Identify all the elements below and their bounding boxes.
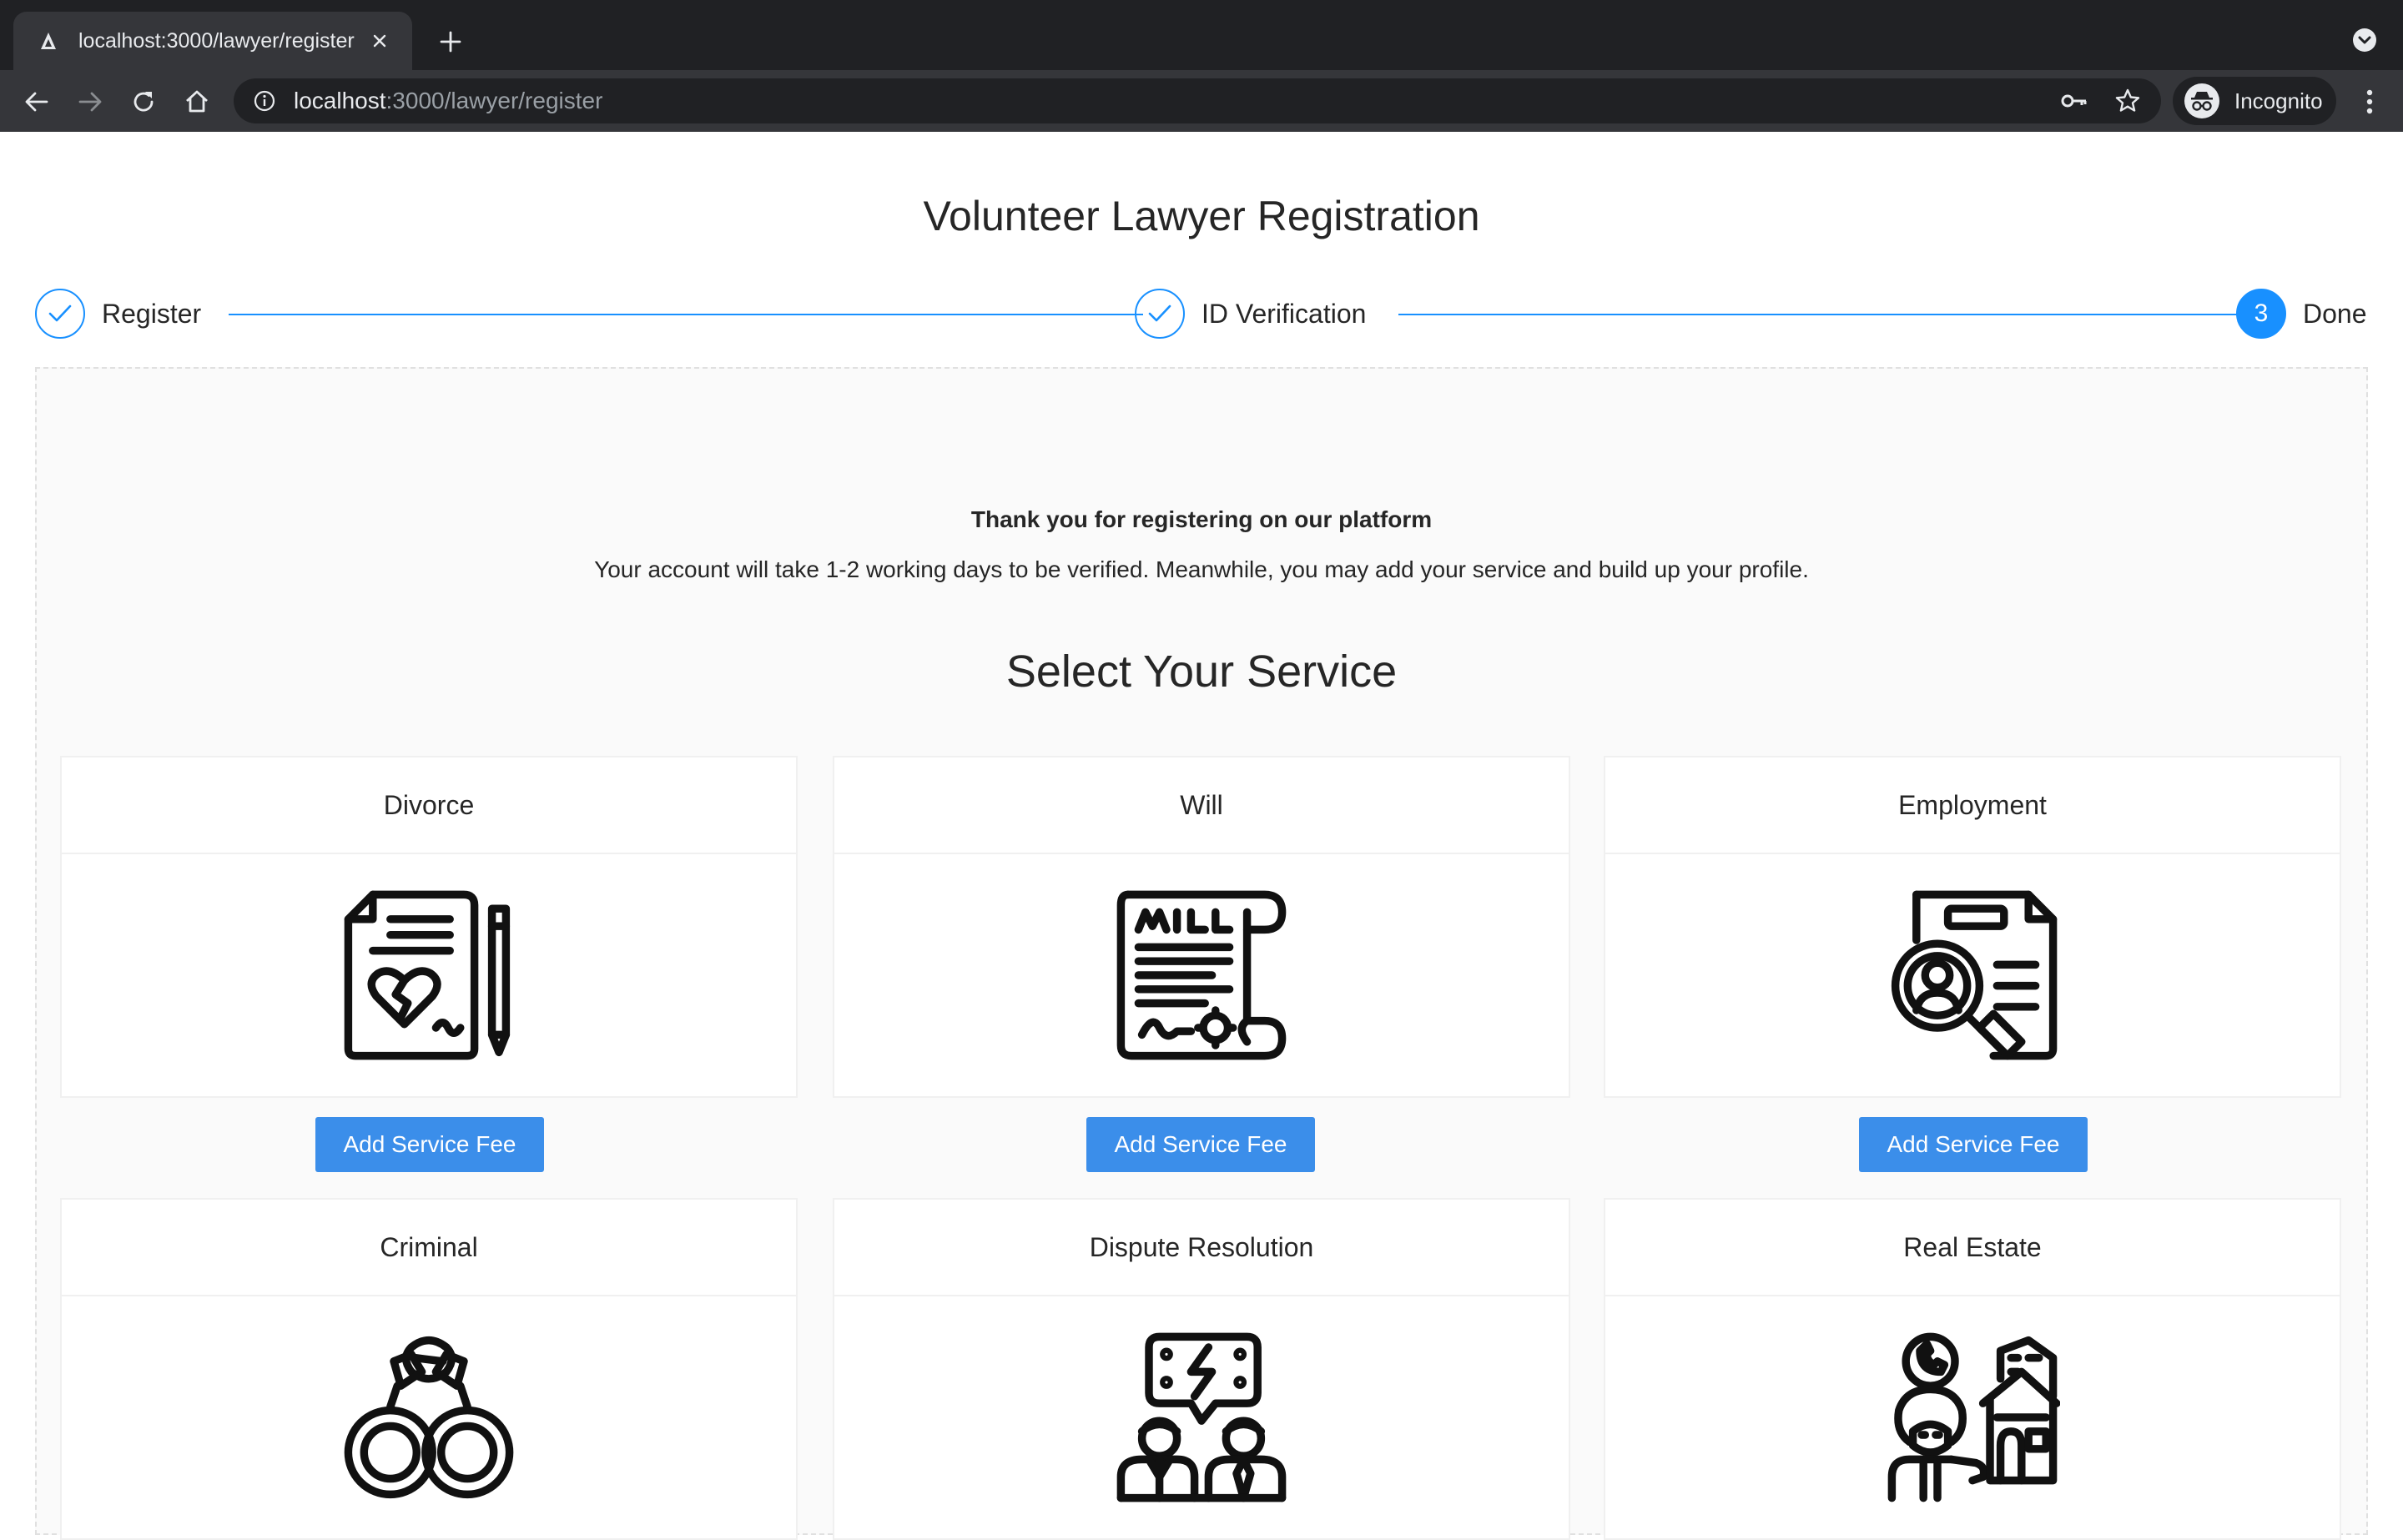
close-tab-icon[interactable]: [367, 28, 392, 53]
thanks-title: Thank you for registering on our platfor…: [970, 506, 1433, 532]
step-connector: [1398, 314, 2244, 315]
url-text: localhost:3000/lawyer/register: [294, 88, 2038, 114]
key-icon[interactable]: [2058, 84, 2091, 118]
will-scroll-icon: [1116, 890, 1287, 1060]
incognito-profile-button[interactable]: Incognito: [2173, 77, 2336, 125]
browser-tabstrip: localhost:3000/lawyer/register: [0, 0, 2403, 70]
address-bar[interactable]: localhost:3000/lawyer/register: [234, 78, 2161, 123]
url-path: :3000/lawyer/register: [385, 88, 603, 113]
tab-search-icon[interactable]: [2350, 25, 2380, 55]
service-card-divorce: Divorce: [60, 756, 798, 1098]
service-card-dispute-resolution: Dispute Resolution: [833, 1198, 1570, 1540]
service-card-criminal: Criminal: [60, 1198, 798, 1540]
step-connector: [229, 314, 1143, 315]
reload-icon[interactable]: [127, 85, 160, 118]
divorce-document-icon: [344, 890, 511, 1060]
card-title: Employment: [1605, 757, 2340, 854]
step-done: 3 Done: [2236, 287, 2367, 340]
service-card-real-estate: Real Estate: [1604, 1198, 2341, 1540]
url-host: localhost: [294, 88, 386, 113]
home-icon[interactable]: [180, 85, 214, 118]
forward-arrow-icon[interactable]: [73, 85, 107, 118]
step-register: Register: [35, 287, 201, 340]
site-info-icon[interactable]: [252, 88, 277, 113]
handcuffs-icon: [344, 1336, 514, 1499]
step-label: Register: [102, 298, 202, 329]
check-icon: [1135, 289, 1185, 339]
page-title: Volunteer Lawyer Registration: [923, 193, 1480, 239]
check-icon: [35, 289, 85, 339]
registration-steps: Register ID Verification 3 Done: [35, 287, 2368, 340]
browser-tab[interactable]: localhost:3000/lawyer/register: [13, 12, 412, 70]
back-arrow-icon[interactable]: [20, 85, 53, 118]
card-title: Divorce: [62, 757, 796, 854]
step-id-verification: ID Verification: [1135, 287, 1366, 340]
add-service-fee-button-will[interactable]: Add Service Fee: [1086, 1117, 1315, 1172]
employee-search-icon: [1891, 890, 2058, 1060]
step-label: Done: [2303, 298, 2367, 329]
bookmark-star-icon[interactable]: [2111, 84, 2144, 118]
card-title: Will: [834, 757, 1569, 854]
tab-title: localhost:3000/lawyer/register: [78, 28, 355, 53]
section-title: Select Your Service: [1005, 647, 1398, 697]
dispute-people-icon: [1116, 1332, 1287, 1502]
add-service-fee-button-divorce[interactable]: Add Service Fee: [315, 1117, 544, 1172]
thanks-message: Your account will take 1-2 working days …: [594, 556, 1809, 582]
service-card-employment: Employment: [1604, 756, 2341, 1098]
card-title: Dispute Resolution: [834, 1200, 1569, 1296]
service-card-will: Will: [833, 756, 1570, 1098]
add-service-fee-button-employment[interactable]: Add Service Fee: [1859, 1117, 2088, 1172]
incognito-label: Incognito: [2234, 88, 2323, 113]
favicon-icon: [37, 29, 60, 53]
card-title: Real Estate: [1605, 1200, 2340, 1296]
incognito-icon: [2184, 83, 2219, 118]
new-tab-icon[interactable]: [434, 25, 467, 58]
card-title: Criminal: [62, 1200, 796, 1296]
step-label: ID Verification: [1202, 298, 1367, 329]
real-estate-agent-icon: [1887, 1332, 2060, 1502]
browser-menu-icon[interactable]: [2353, 85, 2386, 118]
step-number: 3: [2236, 289, 2286, 339]
browser-toolbar: localhost:3000/lawyer/register Incognito: [0, 70, 2403, 132]
